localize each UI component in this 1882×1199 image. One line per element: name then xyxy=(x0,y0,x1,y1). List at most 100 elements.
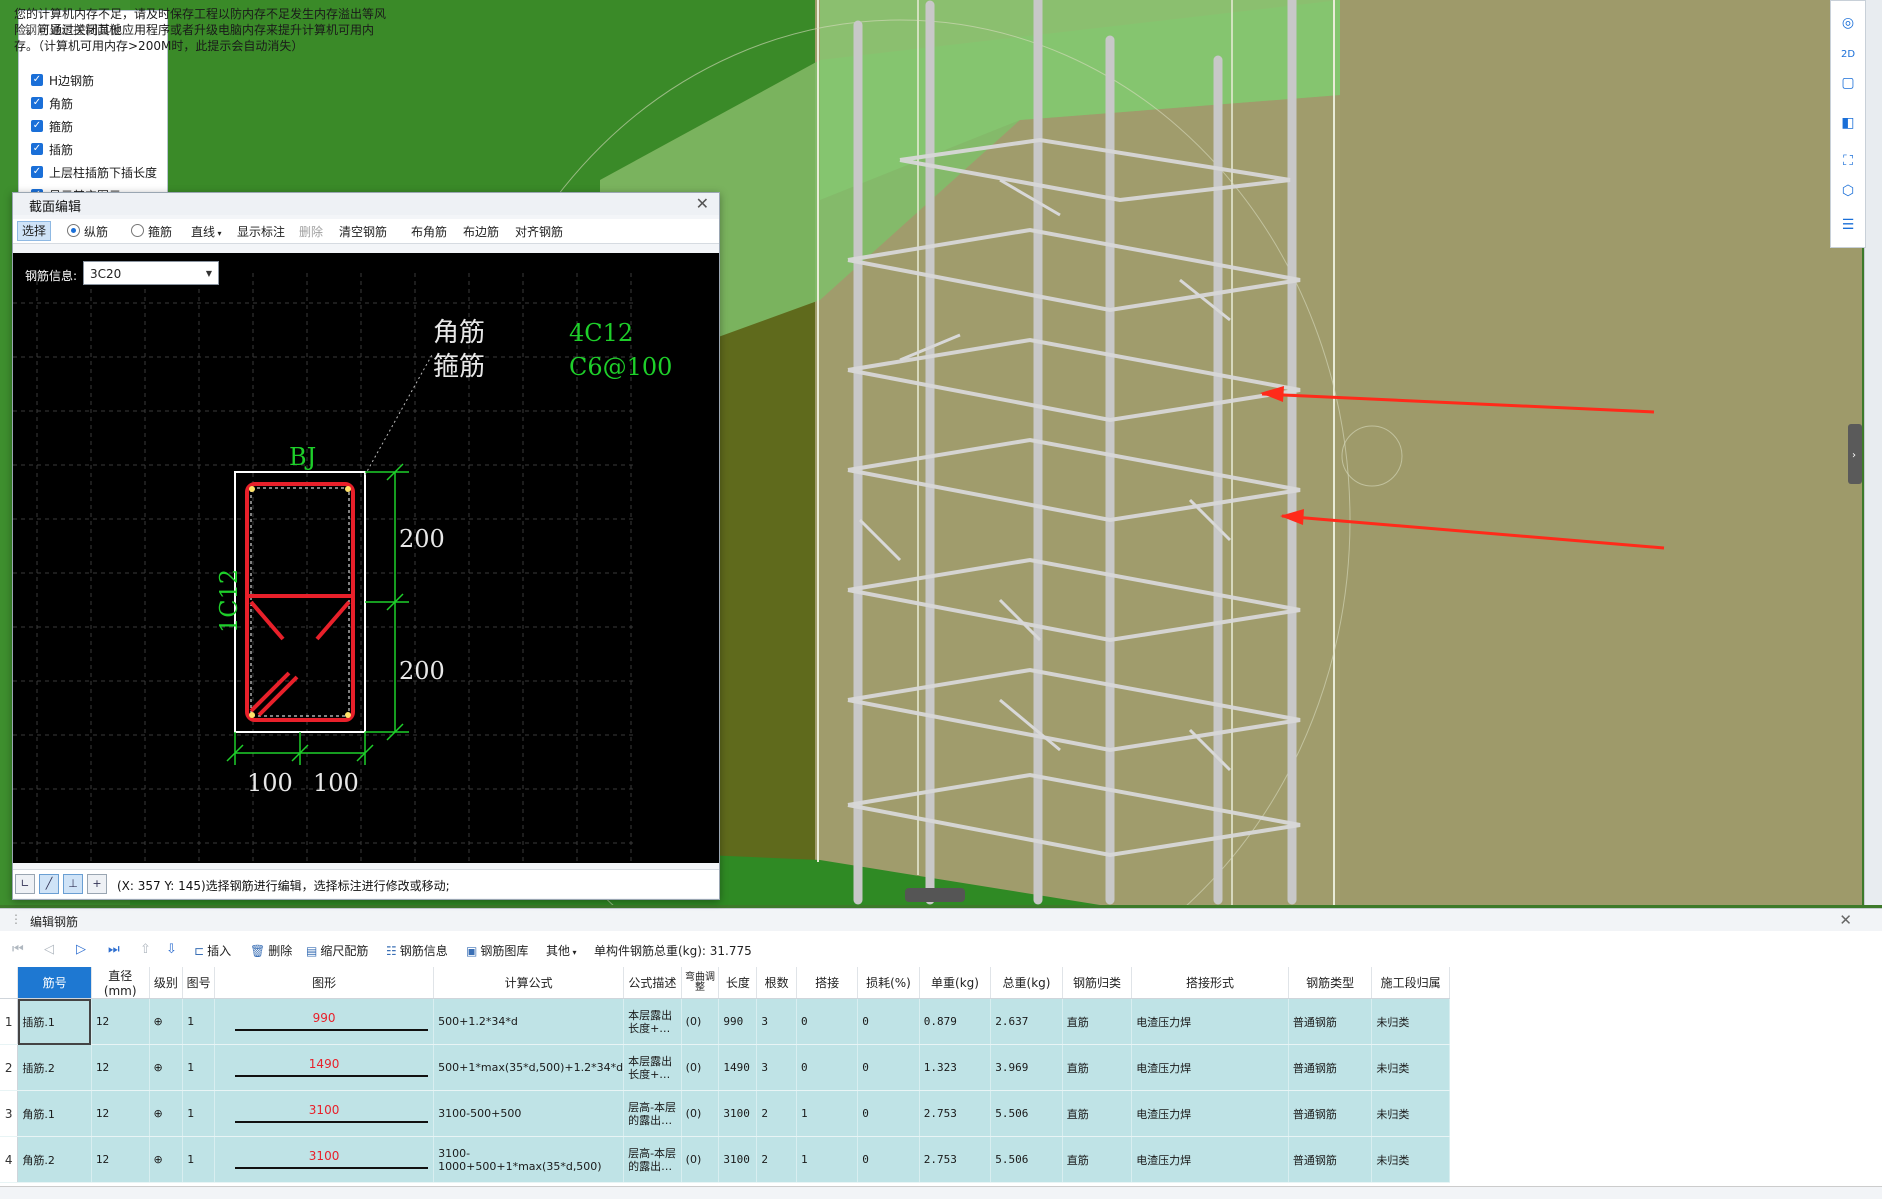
label-side[interactable]: 1C12 xyxy=(215,569,243,633)
cell-total[interactable]: 3.969 xyxy=(990,1044,1063,1091)
scale-rebar-button[interactable]: ▤ 缩尺配筋 xyxy=(306,942,368,959)
cell-cls[interactable]: 直筋 xyxy=(1062,998,1133,1045)
cell-bend[interactable]: (0) xyxy=(681,998,720,1045)
cell-desc[interactable]: 本层露出长度+… xyxy=(623,1044,682,1091)
dialog-titlebar[interactable]: 截面编辑 ✕ xyxy=(13,193,719,215)
cell-loss[interactable]: 0 xyxy=(857,998,920,1045)
component-view-icon[interactable]: ⬡ xyxy=(1838,181,1858,201)
cell-unit[interactable]: 2.753 xyxy=(919,1136,992,1183)
cell-count[interactable]: 3 xyxy=(756,1044,797,1091)
prev-icon[interactable]: ◁ xyxy=(44,942,54,957)
cell-type[interactable]: 普通钢筋 xyxy=(1288,1136,1373,1183)
radio-longitudinal[interactable]: 纵筋 xyxy=(67,223,108,240)
cell-shape[interactable]: 1490 xyxy=(214,1044,435,1091)
cell-name[interactable]: 角筋.1 xyxy=(17,1090,92,1137)
cell-len[interactable]: 990 xyxy=(718,998,758,1045)
first-icon[interactable]: ⏮ xyxy=(12,942,24,957)
edge-rebar-button[interactable]: 布边筋 xyxy=(463,223,499,240)
label-bj[interactable]: BJ xyxy=(289,443,316,471)
close-icon[interactable]: ✕ xyxy=(696,194,709,213)
cell-count[interactable]: 2 xyxy=(756,1090,797,1137)
cell-type[interactable]: 普通钢筋 xyxy=(1288,1044,1373,1091)
cell-formula[interactable]: 3100-500+500 xyxy=(433,1090,625,1137)
cell-grade[interactable]: ⊕ xyxy=(149,1044,184,1091)
perpendicular-icon[interactable]: ⊥ xyxy=(63,874,83,894)
cell-desc[interactable]: 层高-本层的露出… xyxy=(623,1136,682,1183)
cell-desc[interactable]: 层高-本层的露出… xyxy=(623,1090,682,1137)
cell-shape[interactable]: 990 xyxy=(214,998,435,1045)
cell-name[interactable]: 插筋.1 xyxy=(17,998,92,1045)
line-dropdown[interactable]: 直线 ▾ xyxy=(191,223,222,240)
cell-type[interactable]: 普通钢筋 xyxy=(1288,998,1373,1045)
cell-type[interactable]: 普通钢筋 xyxy=(1288,1090,1373,1137)
snap-add-icon[interactable]: + xyxy=(87,874,107,894)
cell-lap[interactable]: 0 xyxy=(796,998,859,1045)
cell-fig[interactable]: 1 xyxy=(182,998,215,1045)
cell-bend[interactable]: (0) xyxy=(681,1136,720,1183)
col-header[interactable]: 直径(mm) xyxy=(91,967,150,999)
cell-grade[interactable]: ⊕ xyxy=(149,998,184,1045)
rebar-info-button[interactable]: ☷ 钢筋信息 xyxy=(386,942,448,959)
cell-lap[interactable]: 1 xyxy=(796,1136,859,1183)
chk-upper-dowel[interactable]: ✓ 上层柱插筋下插长度 xyxy=(31,163,157,181)
select-button[interactable]: 选择 xyxy=(17,221,52,241)
dim-v2[interactable]: 200 xyxy=(399,657,445,685)
section-canvas[interactable]: 角筋 箍筋 4C12 C6@100 BJ 1C12 200 200 100 10… xyxy=(13,253,719,863)
cell-total[interactable]: 2.637 xyxy=(990,998,1063,1045)
col-header[interactable]: 弯曲调整 xyxy=(681,967,720,999)
cell-formula[interactable]: 500+1*max(35*d,500)+1.2*34*d xyxy=(433,1044,625,1091)
move-up-icon[interactable]: ⇧ xyxy=(140,942,151,957)
cell-len[interactable]: 3100 xyxy=(718,1090,758,1137)
cell-dia[interactable]: 12 xyxy=(91,1044,150,1091)
cell-dia[interactable]: 12 xyxy=(91,1090,150,1137)
cell-bend[interactable]: (0) xyxy=(681,1044,720,1091)
delete-button[interactable]: 🗑 删除 xyxy=(250,942,292,959)
rebar-library-button[interactable]: ▣ 钢筋图库 xyxy=(466,942,528,959)
show-annotation-button[interactable]: 显示标注 xyxy=(237,223,285,240)
cell-laptype[interactable]: 电渣压力焊 xyxy=(1131,1090,1289,1137)
cell-loss[interactable]: 0 xyxy=(857,1044,920,1091)
col-header[interactable]: 图形 xyxy=(214,967,435,999)
cell-laptype[interactable]: 电渣压力焊 xyxy=(1131,1136,1289,1183)
col-header[interactable]: 钢筋类型 xyxy=(1288,967,1373,999)
solid-view-icon[interactable]: ◧ xyxy=(1838,113,1858,133)
col-header[interactable]: 级别 xyxy=(149,967,184,999)
chk-h-edge[interactable]: ✓ H边钢筋 xyxy=(31,71,94,89)
label-corner[interactable]: 角筋 xyxy=(433,318,485,348)
move-down-icon[interactable]: ⇩ xyxy=(166,942,177,957)
col-header[interactable]: 图号 xyxy=(182,967,215,999)
dim-v1[interactable]: 200 xyxy=(399,525,445,553)
col-header[interactable]: 单重(kg) xyxy=(919,967,992,999)
table-row[interactable]: 3 角筋.1 12 ⊕ 1 3100 3100-500+500 层高-本层的露出… (0) 310… xyxy=(0,1090,1450,1137)
cell-count[interactable]: 3 xyxy=(756,998,797,1045)
align-rebar-button[interactable]: 对齐钢筋 xyxy=(515,223,563,240)
radio-stirrup[interactable]: 箍筋 xyxy=(131,223,172,240)
property-list-icon[interactable]: ☰ xyxy=(1838,215,1858,235)
cell-dia[interactable]: 12 xyxy=(91,998,150,1045)
col-header[interactable]: 搭接形式 xyxy=(1131,967,1289,999)
col-header[interactable]: 长度 xyxy=(718,967,758,999)
insert-button[interactable]: ⊏ 插入 xyxy=(194,942,231,959)
cell-stage[interactable]: 未归类 xyxy=(1371,998,1450,1045)
col-header[interactable]: 损耗(%) xyxy=(857,967,920,999)
cell-laptype[interactable]: 电渣压力焊 xyxy=(1131,998,1289,1045)
cell-lap[interactable]: 0 xyxy=(796,1044,859,1091)
cell-name[interactable]: 插筋.2 xyxy=(17,1044,92,1091)
cell-fig[interactable]: 1 xyxy=(182,1136,215,1183)
cell-unit[interactable]: 1.323 xyxy=(919,1044,992,1091)
cell-cls[interactable]: 直筋 xyxy=(1062,1090,1133,1137)
cell-name[interactable]: 角筋.2 xyxy=(17,1136,92,1183)
col-header[interactable]: 施工段归属 xyxy=(1371,967,1450,999)
col-header[interactable]: 搭接 xyxy=(796,967,859,999)
table-row[interactable]: 2 插筋.2 12 ⊕ 1 1490 500+1*max(35*d,500)+1.2*34*… xyxy=(0,1044,1450,1091)
2d-view-icon[interactable]: 2D xyxy=(1838,45,1858,65)
cell-dia[interactable]: 12 xyxy=(91,1136,150,1183)
cell-loss[interactable]: 0 xyxy=(857,1090,920,1137)
cell-unit[interactable]: 0.879 xyxy=(919,998,992,1045)
cell-len[interactable]: 3100 xyxy=(718,1136,758,1183)
dim-h1[interactable]: 100 xyxy=(247,769,293,797)
col-header[interactable]: 根数 xyxy=(756,967,797,999)
cell-loss[interactable]: 0 xyxy=(857,1136,920,1183)
3d-box-icon[interactable]: ▢ xyxy=(1838,73,1858,93)
dim-h2[interactable]: 100 xyxy=(313,769,359,797)
